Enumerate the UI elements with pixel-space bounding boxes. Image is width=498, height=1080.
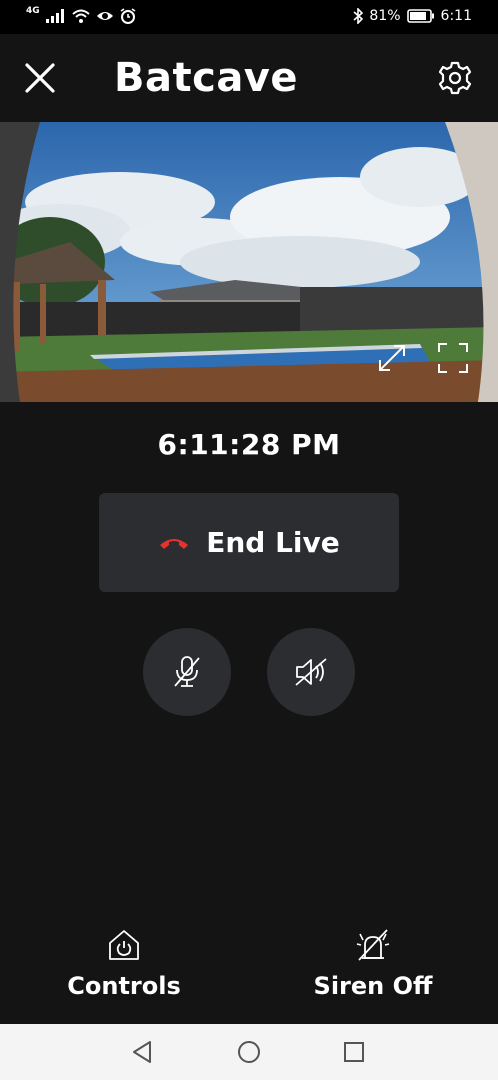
live-view-screen: 4G 81% 6:11 Batcave 6:11:28 PM End Live … bbox=[0, 0, 498, 1080]
siren-off-icon bbox=[356, 929, 390, 961]
end-live-label: End Live bbox=[206, 525, 340, 559]
recents-icon bbox=[344, 1042, 364, 1062]
home-power-icon bbox=[109, 930, 139, 960]
fullscreen-button[interactable] bbox=[437, 342, 469, 374]
end-live-button[interactable]: End Live bbox=[99, 493, 399, 592]
settings-button[interactable] bbox=[438, 61, 472, 95]
expand-icon bbox=[379, 345, 405, 371]
eye-icon bbox=[96, 12, 113, 20]
mic-muted-icon bbox=[174, 656, 200, 687]
battery-icon bbox=[406, 9, 434, 23]
fullscreen-icon bbox=[438, 343, 468, 373]
alarm-icon bbox=[120, 8, 136, 24]
nav-home-button[interactable] bbox=[237, 1040, 261, 1068]
page-title: Batcave bbox=[114, 55, 299, 101]
wifi-icon bbox=[71, 9, 90, 23]
header: Batcave bbox=[0, 34, 498, 122]
close-icon bbox=[25, 63, 55, 93]
controls-button[interactable]: Controls bbox=[24, 928, 224, 1008]
live-timestamp: 6:11:28 PM bbox=[157, 428, 341, 461]
camera-image bbox=[0, 122, 498, 402]
siren-button[interactable]: Siren Off bbox=[273, 928, 473, 1008]
close-button[interactable] bbox=[22, 60, 58, 96]
battery-percent: 81% bbox=[369, 8, 401, 24]
status-bar: 4G 81% 6:11 bbox=[0, 0, 498, 34]
speaker-toggle-button[interactable] bbox=[267, 628, 355, 716]
camera-feed[interactable] bbox=[0, 122, 498, 402]
status-time: 6:11 bbox=[440, 8, 472, 24]
home-icon bbox=[238, 1041, 260, 1063]
controls-label: Controls bbox=[67, 972, 181, 1000]
hang-up-icon bbox=[160, 538, 189, 549]
back-icon bbox=[133, 1041, 151, 1063]
nav-back-button[interactable] bbox=[130, 1040, 154, 1068]
status-right: 81% 6:11 bbox=[353, 8, 472, 24]
system-nav-bar bbox=[0, 1024, 498, 1080]
network-label: 4G bbox=[26, 6, 40, 16]
mic-toggle-button[interactable] bbox=[143, 628, 231, 716]
bluetooth-icon bbox=[353, 8, 364, 24]
status-left: 4G bbox=[26, 6, 136, 24]
signal-icon bbox=[45, 9, 64, 23]
siren-label: Siren Off bbox=[313, 972, 433, 1000]
nav-recents-button[interactable] bbox=[342, 1040, 366, 1068]
expand-button[interactable] bbox=[376, 342, 408, 374]
gear-icon bbox=[438, 61, 472, 95]
speaker-muted-icon bbox=[295, 658, 327, 686]
